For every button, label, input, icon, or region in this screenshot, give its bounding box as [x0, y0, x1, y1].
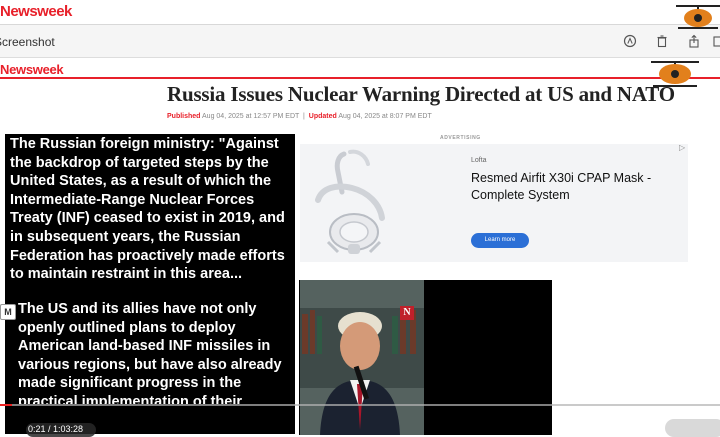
drone-icon	[645, 56, 705, 95]
time-display: 0:21 / 1:03:28	[28, 424, 84, 434]
side-badge[interactable]: M	[0, 304, 16, 320]
updated-label: Updated	[308, 113, 337, 120]
ad-choices-icon[interactable]: ▷	[679, 143, 685, 152]
updated-date: Aug 04, 2025 at 8:07 PM EDT	[338, 113, 432, 120]
drone-icon	[668, 0, 720, 39]
top-brand-logo: Newsweek	[0, 3, 72, 20]
toolbar	[0, 25, 720, 58]
site-logo[interactable]: Newsweek	[0, 62, 64, 77]
overlay-paragraph-1: The Russian foreign ministry: "Against t…	[10, 136, 285, 283]
ad-brand: Lofta	[471, 157, 487, 164]
video-frame[interactable]	[300, 280, 424, 435]
cpap-mask-image[interactable]	[308, 148, 396, 263]
article-dates: Published Aug 04, 2025 at 12:57 PM EDT |…	[167, 113, 432, 120]
ad-learn-more-button[interactable]: Learn more	[471, 233, 529, 248]
overlay-paragraph-2: The US and its allies have not only open…	[18, 301, 282, 404]
article-headline: Russia Issues Nuclear Warning Directed a…	[167, 82, 675, 106]
seek-bar[interactable]	[0, 404, 720, 406]
seek-progress[interactable]	[0, 404, 12, 406]
ad-title[interactable]: Resmed Airfit X30i CPAP Mask - Complete …	[471, 170, 681, 204]
player-controls-pill[interactable]	[665, 419, 720, 437]
video-badge: N	[400, 306, 414, 320]
header-rule	[0, 77, 720, 79]
markup-icon[interactable]	[622, 34, 638, 50]
ad-label: ADVERTISING	[440, 135, 481, 141]
toolbar-title: Screenshot	[0, 35, 55, 49]
published-label: Published	[167, 113, 201, 120]
published-date: Aug 04, 2025 at 12:57 PM EDT	[202, 113, 300, 120]
